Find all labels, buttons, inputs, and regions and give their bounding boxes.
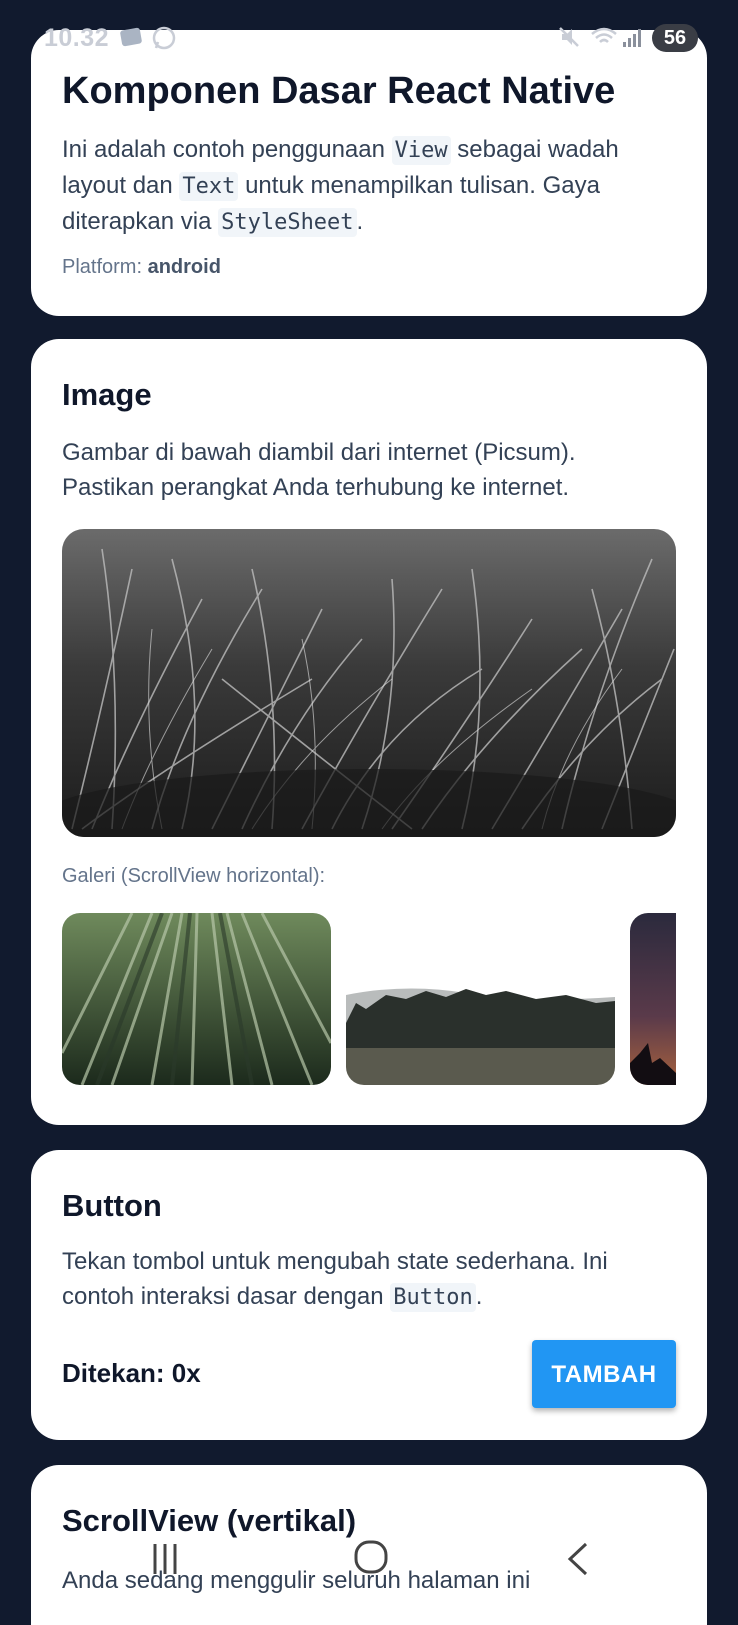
code-text: Text bbox=[179, 172, 239, 201]
header-description: Ini adalah contoh penggunaan View sebaga… bbox=[62, 132, 662, 240]
code-view: View bbox=[391, 136, 451, 165]
desc-text: . bbox=[475, 1283, 483, 1310]
button-description: Tekan tombol untuk mengubah state sederh… bbox=[62, 1244, 662, 1315]
whatsapp-icon bbox=[152, 26, 176, 55]
battery-icon: 56 bbox=[652, 24, 698, 52]
back-icon[interactable] bbox=[566, 1542, 590, 1581]
wifi-icon bbox=[590, 26, 618, 53]
image-section-title: Image bbox=[62, 377, 152, 412]
press-counter: Ditekan: 0x bbox=[62, 1358, 201, 1388]
gallery-image-3[interactable] bbox=[630, 913, 676, 1085]
tambah-button[interactable]: TAMBAH bbox=[532, 1340, 676, 1408]
home-icon[interactable] bbox=[354, 1540, 388, 1579]
mute-icon bbox=[558, 26, 580, 53]
button-card: Button Tekan tombol untuk mengubah state… bbox=[31, 1150, 707, 1440]
image-card: Image Gambar di bawah diambil dari inter… bbox=[31, 339, 707, 1125]
gallery-app-icon bbox=[120, 26, 144, 53]
code-stylesheet: StyleSheet bbox=[218, 208, 357, 237]
desc-text: Ini adalah contoh penggunaan bbox=[62, 136, 392, 163]
recent-apps-icon[interactable] bbox=[150, 1542, 180, 1581]
page-title: Komponen Dasar React Native bbox=[62, 70, 616, 112]
image-description: Gambar di bawah diambil dari internet (P… bbox=[62, 439, 576, 501]
gallery-image-2[interactable] bbox=[346, 913, 615, 1085]
header-card: Komponen Dasar React Native Ini adalah c… bbox=[31, 30, 707, 316]
main-image bbox=[62, 529, 676, 837]
platform-info: Platform: android bbox=[62, 256, 221, 279]
platform-value: android bbox=[147, 256, 221, 278]
code-button: Button bbox=[390, 1283, 476, 1312]
gallery-label: Galeri (ScrollView horizontal): bbox=[62, 865, 326, 887]
navigation-bar bbox=[0, 1530, 738, 1600]
gallery-image-1[interactable] bbox=[62, 913, 331, 1085]
status-time: 10.32 bbox=[44, 24, 110, 52]
button-section-title: Button bbox=[62, 1188, 162, 1223]
signal-icon bbox=[622, 26, 642, 53]
desc-text: . bbox=[356, 208, 364, 235]
desc-text: Tekan tombol untuk mengubah state sederh… bbox=[62, 1248, 608, 1310]
platform-label: Platform: bbox=[62, 256, 148, 278]
